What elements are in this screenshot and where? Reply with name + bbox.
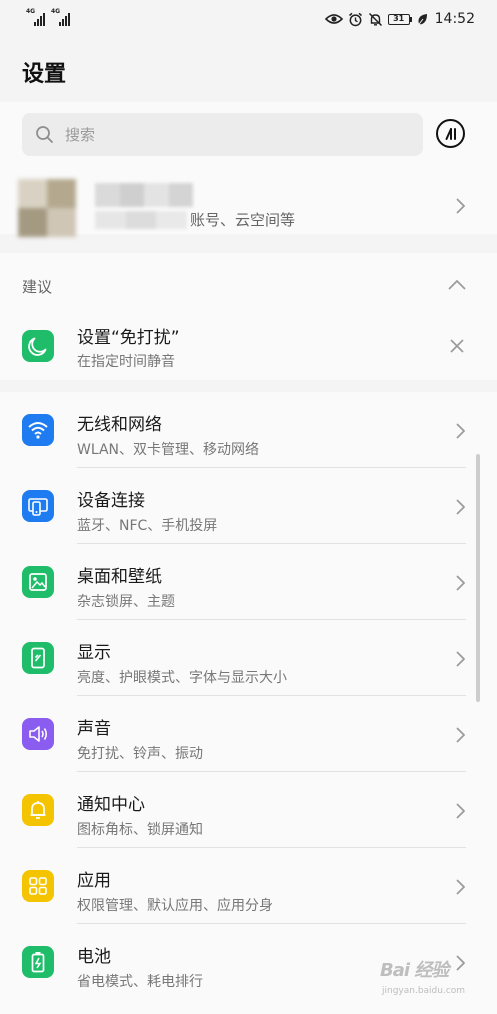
page-title: 设置 — [22, 62, 67, 87]
settings-item-subtitle: 杂志锁屏、主题 — [77, 594, 175, 610]
suggestion-item-do-not-disturb[interactable]: 设置“免打扰” 在指定时间静音 — [0, 315, 497, 379]
settings-list: 无线和网络 WLAN、双卡管理、移动网络 设备连接 蓝牙、NFC、手机投屏 桌面… — [0, 392, 497, 1014]
chevron-right-icon — [456, 879, 465, 895]
sim1-network-tag: 4G — [26, 8, 36, 15]
settings-item-device-connection[interactable]: 设备连接 蓝牙、NFC、手机投屏 — [0, 468, 497, 544]
wallpaper-icon — [22, 566, 54, 598]
settings-item-title: 设备连接 — [77, 491, 145, 511]
search-icon — [36, 126, 53, 143]
settings-item-subtitle: 亮度、护眼模式、字体与显示大小 — [77, 670, 287, 686]
search-placeholder: 搜索 — [65, 126, 96, 144]
settings-item-title: 应用 — [77, 871, 111, 891]
account-id-blurred — [95, 211, 188, 229]
settings-item-title: 桌面和壁纸 — [77, 567, 162, 587]
search-input[interactable]: 搜索 — [22, 113, 423, 156]
settings-item-subtitle: WLAN、双卡管理、移动网络 — [77, 442, 260, 458]
battery-icon — [22, 946, 54, 978]
sim2-network-tag: 4G — [51, 8, 61, 15]
chevron-right-icon — [456, 499, 465, 515]
account-subtitle: 账号、云空间等 — [190, 211, 296, 229]
scrollbar[interactable] — [476, 454, 480, 702]
apps-grid-icon — [22, 870, 54, 902]
suggestion-subtitle: 在指定时间静音 — [77, 354, 175, 370]
account-row[interactable]: 账号、云空间等 — [0, 165, 497, 237]
battery-level: 31 — [387, 13, 410, 25]
settings-item-title: 通知中心 — [77, 795, 145, 815]
chevron-right-icon — [456, 651, 465, 667]
settings-item-title: 声音 — [77, 719, 111, 739]
suggestion-title: 设置“免打扰” — [77, 328, 180, 348]
settings-item-home-wallpaper[interactable]: 桌面和壁纸 杂志锁屏、主题 — [0, 544, 497, 620]
moon-icon — [22, 330, 54, 362]
settings-item-title: 无线和网络 — [77, 415, 162, 435]
hivoice-icon — [445, 127, 456, 140]
chevron-right-icon — [456, 803, 465, 819]
status-time: 14:52 — [434, 11, 475, 27]
suggestions-label: 建议 — [22, 278, 53, 296]
settings-item-title: 显示 — [77, 643, 111, 663]
settings-item-subtitle: 免打扰、铃声、振动 — [77, 746, 203, 762]
search-account-card: 搜索 账号、云空间等 — [0, 102, 497, 237]
settings-item-apps[interactable]: 应用 权限管理、默认应用、应用分身 — [0, 848, 497, 924]
settings-item-wireless-networks[interactable]: 无线和网络 WLAN、双卡管理、移动网络 — [0, 392, 497, 468]
wifi-icon — [22, 414, 54, 446]
settings-item-subtitle: 图标角标、锁屏通知 — [77, 822, 203, 838]
chevron-right-icon — [456, 575, 465, 591]
account-name-blurred — [95, 183, 193, 207]
close-icon[interactable] — [450, 339, 464, 353]
settings-item-subtitle: 权限管理、默认应用、应用分身 — [77, 898, 273, 914]
settings-item-title: 电池 — [77, 947, 111, 967]
status-right-group: 31 14:52 — [324, 11, 475, 27]
hivoice-assistant-button[interactable] — [436, 119, 465, 148]
eye-comfort-icon — [324, 14, 343, 24]
settings-item-notification-center[interactable]: 通知中心 图标角标、锁屏通知 — [0, 772, 497, 848]
speaker-icon — [22, 718, 54, 750]
device-connection-icon — [22, 490, 54, 522]
watermark-logo: Bai 经验 — [380, 960, 449, 981]
mute-bell-icon — [368, 12, 382, 26]
settings-item-sound[interactable]: 声音 免打扰、铃声、振动 — [0, 696, 497, 772]
settings-item-subtitle: 蓝牙、NFC、手机投屏 — [77, 518, 218, 534]
sim2-signal-icon: 4G — [51, 8, 70, 26]
sim1-signal-icon: 4G — [26, 8, 45, 26]
status-bar: 4G 4G 31 14:52 — [0, 0, 497, 38]
chevron-right-icon — [456, 423, 465, 439]
settings-item-display[interactable]: 显示 亮度、护眼模式、字体与显示大小 — [0, 620, 497, 696]
battery-indicator-icon: 31 — [387, 13, 412, 25]
chevron-right-icon — [456, 198, 465, 214]
settings-item-subtitle: 省电模式、耗电排行 — [77, 974, 203, 990]
chevron-up-icon[interactable] — [448, 280, 466, 290]
signal-group: 4G 4G — [26, 8, 70, 26]
leaf-icon — [417, 13, 427, 26]
suggestions-card: 建议 设置“免打扰” 在指定时间静音 — [0, 253, 497, 380]
watermark-url: jingyan.baidu.com — [382, 986, 466, 996]
chevron-right-icon — [456, 727, 465, 743]
display-icon — [22, 642, 54, 674]
bell-icon — [22, 794, 54, 826]
alarm-icon — [348, 12, 362, 26]
baidu-jingyan-watermark: Bai 经验 jingyan.baidu.com — [374, 952, 492, 1010]
avatar — [18, 179, 76, 237]
